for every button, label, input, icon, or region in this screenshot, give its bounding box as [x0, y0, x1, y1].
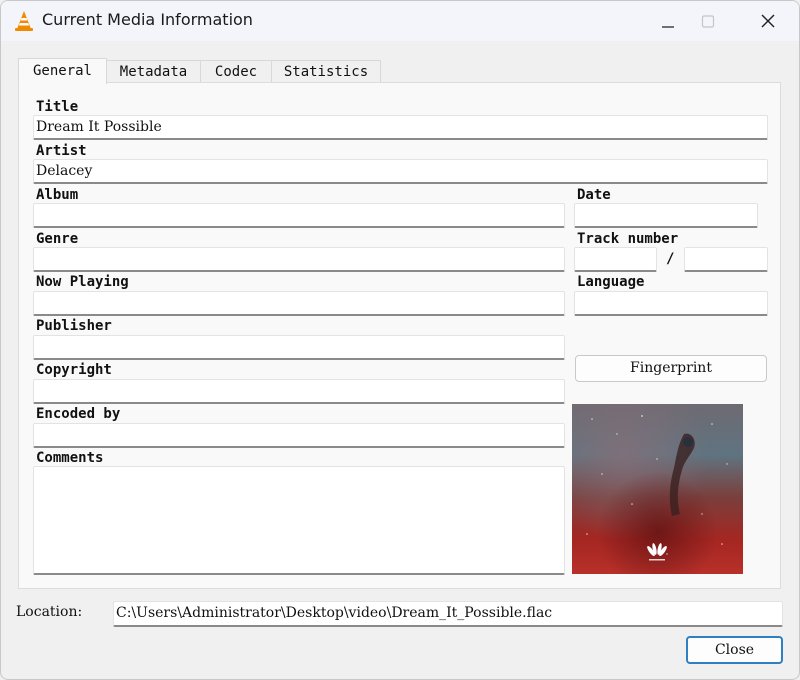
- media-info-window: Current Media Information General Metada…: [0, 0, 800, 680]
- title-field[interactable]: Dream It Possible: [33, 115, 768, 140]
- minimize-icon: [662, 26, 674, 28]
- close-window-button[interactable]: [748, 7, 788, 35]
- encoded-by-field[interactable]: [33, 423, 565, 448]
- encoded-by-label: Encoded by: [36, 406, 121, 422]
- tab-metadata[interactable]: Metadata: [106, 60, 201, 82]
- copyright-field[interactable]: [33, 379, 565, 404]
- general-panel: Title Dream It Possible Artist Delacey A…: [18, 82, 781, 589]
- track-number-label: Track number: [577, 231, 679, 247]
- publisher-field[interactable]: [33, 335, 565, 360]
- track-separator: /: [666, 251, 675, 267]
- comments-textarea[interactable]: [33, 466, 565, 575]
- album-field[interactable]: [33, 203, 565, 228]
- title-bar[interactable]: Current Media Information: [1, 1, 799, 41]
- comments-label: Comments: [36, 450, 104, 466]
- location-field[interactable]: C:\Users\Administrator\Desktop\video\Dre…: [113, 601, 783, 627]
- artist-field[interactable]: Delacey: [33, 159, 768, 184]
- album-art: [572, 404, 743, 574]
- track-total-field[interactable]: [684, 247, 768, 272]
- location-label: Location:: [16, 604, 83, 620]
- fingerprint-button[interactable]: Fingerprint: [575, 355, 767, 382]
- minimize-button[interactable]: [648, 7, 688, 35]
- title-label: Title: [36, 99, 79, 115]
- genre-field[interactable]: [33, 247, 565, 272]
- close-icon: [761, 14, 775, 28]
- window-title: Current Media Information: [42, 10, 253, 29]
- publisher-label: Publisher: [36, 318, 112, 334]
- maximize-icon: [701, 15, 715, 28]
- genre-label: Genre: [36, 231, 79, 247]
- date-field[interactable]: [574, 203, 758, 228]
- copyright-label: Copyright: [36, 362, 112, 378]
- close-button[interactable]: Close: [686, 636, 783, 664]
- tab-general[interactable]: General: [18, 58, 107, 84]
- tab-codec[interactable]: Codec: [200, 60, 272, 82]
- artist-label: Artist: [36, 143, 87, 159]
- date-label: Date: [577, 187, 611, 203]
- track-number-field[interactable]: [574, 247, 657, 272]
- now-playing-field[interactable]: [33, 291, 565, 316]
- tab-statistics[interactable]: Statistics: [271, 60, 381, 82]
- maximize-button[interactable]: [688, 7, 728, 35]
- vlc-cone-icon: [15, 11, 33, 31]
- language-field[interactable]: [574, 291, 768, 316]
- now-playing-label: Now Playing: [36, 274, 129, 290]
- album-label: Album: [36, 187, 79, 203]
- language-label: Language: [577, 274, 645, 290]
